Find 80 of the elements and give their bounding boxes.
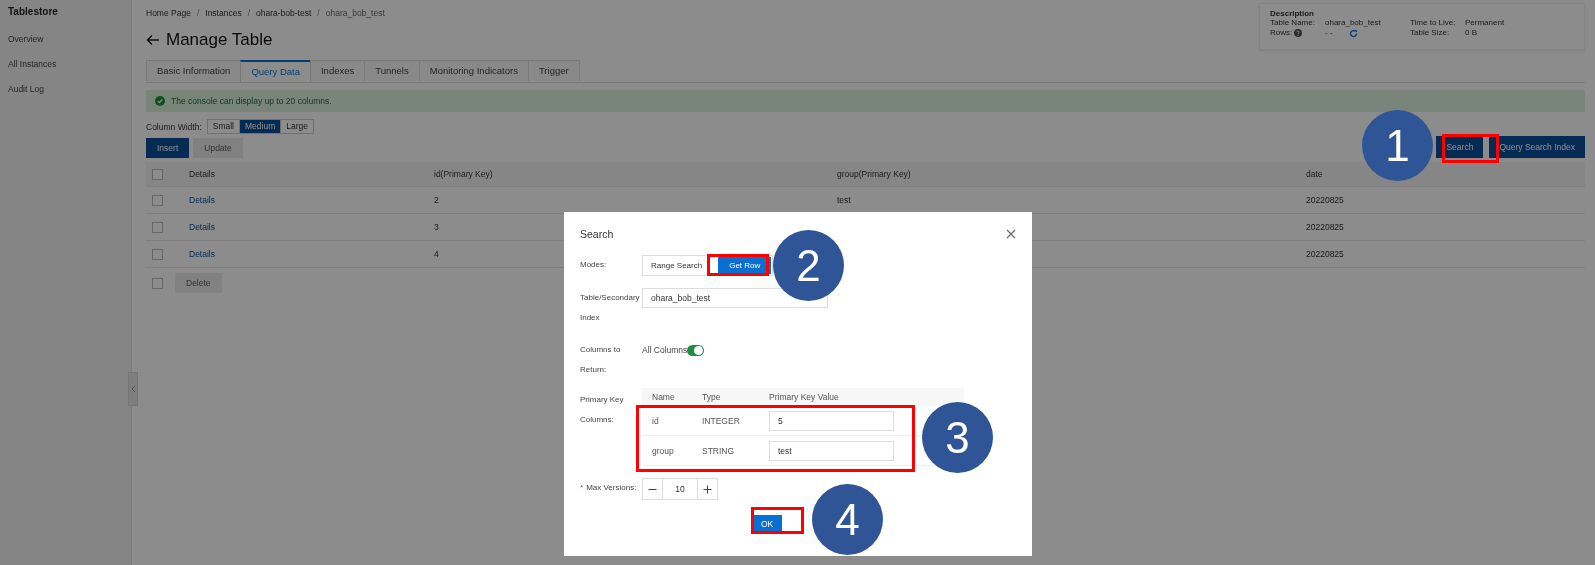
- refresh-icon: [1348, 28, 1358, 38]
- column-header: group(Primary Key): [837, 169, 911, 179]
- highlight-frame: [751, 507, 804, 534]
- sidebar-item[interactable]: All Instances: [0, 59, 131, 84]
- field-label: Max Versions:: [586, 483, 637, 492]
- close-icon: [1006, 229, 1016, 239]
- help-icon: [1294, 29, 1303, 37]
- table-cell: 2: [434, 195, 439, 205]
- field-label: Time to Live:: [1410, 18, 1456, 28]
- success-check-icon: [155, 96, 165, 106]
- field-value: ohara_bob_test: [1325, 18, 1381, 28]
- field-label: Modes:: [580, 260, 607, 269]
- width-option[interactable]: Large: [281, 120, 313, 133]
- breadcrumb-link[interactable]: Instances: [205, 8, 242, 18]
- field-value: - -: [1325, 28, 1333, 38]
- highlight-frame: [1442, 134, 1499, 163]
- details-link[interactable]: Details: [189, 195, 215, 205]
- checkbox[interactable]: [152, 194, 163, 206]
- key-value-input[interactable]: 5: [769, 410, 894, 431]
- column-header: Details: [189, 169, 215, 179]
- column-width-label: Column Width:: [146, 121, 202, 132]
- tab[interactable]: Basic Information: [146, 60, 242, 81]
- breadcrumb-separator: /: [317, 8, 320, 18]
- column-header: date: [1306, 169, 1323, 179]
- table-cell: 3: [434, 222, 439, 232]
- field-label: Primary Key Columns:: [580, 395, 624, 424]
- breadcrumb-separator: /: [247, 8, 251, 18]
- table-cell: STRING: [702, 445, 735, 456]
- table-cell: 20220825: [1306, 195, 1344, 205]
- column-header: id(Primary Key): [434, 169, 493, 179]
- field-label: Rows:: [1270, 28, 1293, 38]
- number-stepper[interactable]: 10: [642, 478, 718, 500]
- table-cell: 20220825: [1306, 249, 1344, 259]
- action-button[interactable]: Insert: [146, 138, 190, 158]
- close-button[interactable]: [1006, 229, 1016, 239]
- breadcrumb-link[interactable]: ohara-bob-test: [256, 8, 312, 18]
- sidebar-item[interactable]: Overview: [0, 34, 131, 59]
- stepper-value: 10: [662, 479, 698, 499]
- sidebar-title: Tablestore: [7, 6, 59, 17]
- field-label: Table Name:: [1270, 18, 1315, 28]
- width-option[interactable]: Medium: [240, 120, 282, 133]
- checkbox[interactable]: [152, 248, 163, 260]
- checkbox[interactable]: [152, 168, 163, 180]
- chevron-left-icon: [130, 385, 136, 393]
- back-arrow-icon: [146, 34, 160, 46]
- required-marker: *: [580, 483, 584, 492]
- notice-text: The console can display up to 20 columns.: [171, 96, 332, 106]
- dialog-title: Search: [580, 228, 614, 240]
- plus-icon: [703, 484, 712, 494]
- page-title: Manage Table: [166, 30, 273, 50]
- table-cell: group: [652, 445, 674, 456]
- collapse-handle[interactable]: [128, 372, 138, 406]
- field-label: Table Size:: [1410, 28, 1450, 38]
- field-label: Table/Secondary Index: [580, 293, 640, 322]
- table-cell: id: [652, 415, 659, 426]
- tab[interactable]: Trigger: [527, 60, 580, 81]
- table-cell: test: [837, 195, 851, 205]
- breadcrumb-link[interactable]: Home Page: [146, 8, 191, 18]
- mode-option[interactable]: Range Search: [644, 257, 710, 274]
- details-link[interactable]: Details: [189, 222, 215, 232]
- tab[interactable]: Query Data: [240, 60, 311, 82]
- field-value: Permanent: [1465, 18, 1505, 28]
- table-cell: 4: [434, 249, 439, 259]
- field-label: Columns to Return:: [580, 345, 621, 374]
- description-heading: Description: [1270, 9, 1315, 18]
- highlight-frame: [707, 254, 769, 276]
- toggle-switch[interactable]: [687, 344, 705, 356]
- breadcrumb-separator: /: [196, 8, 200, 18]
- column-header: Name: [652, 392, 675, 402]
- toggle-label: All Columns: [642, 345, 688, 355]
- table-cell: 20220825: [1306, 222, 1344, 232]
- key-value-input[interactable]: test: [769, 440, 894, 461]
- table-cell: INTEGER: [702, 415, 740, 426]
- details-link[interactable]: Details: [189, 249, 215, 259]
- column-header: Primary Key Value: [769, 392, 839, 402]
- checkbox[interactable]: [152, 221, 163, 233]
- field-value: 0 B: [1465, 28, 1477, 38]
- sidebar-item[interactable]: Audit Log: [0, 84, 131, 109]
- search-action-button[interactable]: Query Search Index: [1489, 136, 1585, 158]
- column-header: Type: [702, 392, 721, 402]
